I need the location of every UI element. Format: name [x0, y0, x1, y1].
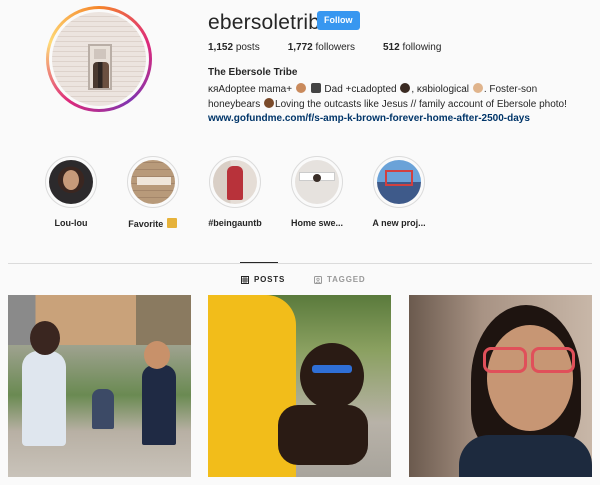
avatar-door [88, 44, 112, 90]
highlight-cover [377, 160, 421, 204]
tab-posts-label: POSTS [254, 275, 286, 284]
post-child-body [278, 405, 368, 465]
highlight-ring [45, 156, 97, 208]
highlight-label-text: Favorite [128, 219, 164, 229]
active-tab-indicator [240, 262, 278, 263]
highlight-ring [291, 156, 343, 208]
post-glasses-left [483, 347, 527, 373]
camera-emoji-icon [310, 83, 321, 93]
highlight-ring [127, 156, 179, 208]
highlight-cover [295, 160, 339, 204]
bio-text-5: honeybears [208, 99, 261, 110]
child-emoji-icon [264, 98, 275, 108]
avatar-door-window [94, 49, 106, 59]
post-thumbnail[interactable] [409, 295, 592, 477]
highlight-beingauntb[interactable]: #beingauntb [194, 156, 276, 229]
post-glasses-right [531, 347, 575, 373]
followers-count-value: 1,772 [287, 42, 313, 53]
following-count[interactable]: 512 following [383, 42, 441, 53]
highlight-ring [373, 156, 425, 208]
highlight-new-project[interactable]: A new proj... [358, 156, 440, 229]
highlight-cover [131, 160, 175, 204]
highlight-cover [49, 160, 93, 204]
highlight-favorite[interactable]: Favorite [112, 156, 194, 229]
highlight-label: A new proj... [372, 218, 426, 228]
bio-text-2: Dad +cʟadopted [324, 84, 397, 95]
post-boy-head [144, 341, 170, 369]
profile-stats: 1,152 posts 1,772 followers 512 followin… [208, 42, 469, 53]
posts-count-value: 1,152 [208, 42, 234, 53]
highlight-label: Lou-lou [54, 218, 88, 228]
profile-website-link[interactable]: www.gofundme.com/f/s-amp-k-brown-forever… [208, 113, 530, 124]
highlight-lou-lou[interactable]: Lou-lou [30, 156, 112, 229]
highlight-ring [209, 156, 261, 208]
story-highlights: Lou-lou Favorite #beingauntb Home swe... [30, 156, 450, 229]
avatar-border [49, 9, 149, 109]
profile-username: ebersoletribe [208, 11, 333, 34]
highlight-face [63, 170, 79, 190]
post-boy [142, 365, 176, 445]
bio-text-4: . Foster-son [483, 84, 538, 95]
tab-tagged-label: TAGGED [327, 275, 366, 284]
post-girl-head [30, 321, 60, 355]
highlight-figure [227, 166, 243, 200]
post-girl [22, 351, 66, 446]
tag-icon [314, 275, 322, 284]
highlight-home-sweet[interactable]: Home swe... [276, 156, 358, 229]
bio-text-1: ĸяAdoptee mama+ [208, 84, 293, 95]
highlight-cover [213, 160, 257, 204]
following-count-label: following [402, 42, 442, 53]
posts-count-label: posts [235, 42, 260, 53]
avatar-family [93, 62, 109, 88]
follow-button[interactable]: Follow [317, 11, 360, 30]
profile-full-name: The Ebersole Tribe [208, 67, 298, 78]
followers-count[interactable]: 1,772 followers [288, 42, 355, 53]
post-thumbnail[interactable] [208, 295, 391, 477]
post-child-head [300, 343, 364, 409]
posts-count: 1,152 posts [208, 42, 260, 53]
boy-emoji-icon [472, 83, 483, 93]
girl-emoji-icon [400, 83, 411, 93]
post-shirt [459, 435, 592, 477]
profile-avatar[interactable] [46, 6, 152, 112]
followers-count-label: followers [315, 42, 355, 53]
profile-bio: ĸяAdoptee mama+ Dad +cʟadopted , ĸяbiolo… [208, 82, 593, 112]
post-headband [312, 365, 352, 373]
tabs-divider [8, 263, 592, 264]
post-thumbnail[interactable] [8, 295, 191, 477]
grid-icon [241, 275, 249, 284]
following-count-value: 512 [383, 42, 400, 53]
bio-text-3: , ĸяbiological [411, 84, 470, 95]
highlight-label: Home swe... [290, 218, 344, 228]
tab-posts[interactable]: POSTS [241, 275, 285, 284]
highlight-label: Favorite [112, 218, 194, 229]
tab-tagged[interactable]: TAGGED [314, 275, 365, 284]
highlight-label: #beingauntb [208, 218, 262, 228]
highlight-head [313, 174, 321, 182]
post-toddler [92, 389, 114, 429]
avatar-photo [52, 12, 146, 106]
highlight-frame [385, 170, 413, 186]
woman-emoji-icon [295, 83, 306, 93]
post-face [487, 325, 573, 431]
highlight-sign [137, 177, 171, 185]
bio-text-6: Loving the outcasts like Jesus // family… [275, 99, 567, 110]
books-emoji-icon [166, 218, 177, 228]
